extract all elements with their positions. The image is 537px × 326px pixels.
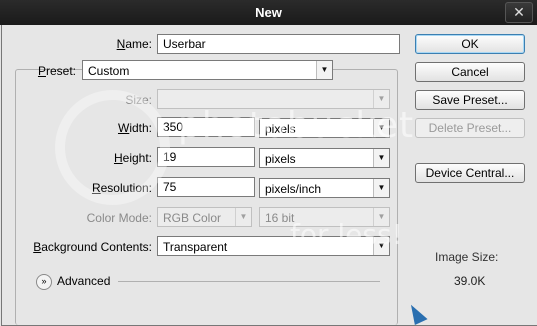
advanced-divider [118, 281, 380, 282]
color-mode-select[interactable]: RGB Color ▼ [157, 207, 252, 227]
chevron-down-icon: ▼ [373, 90, 389, 108]
double-chevron-icon[interactable]: » [36, 274, 52, 290]
color-mode-value: RGB Color [163, 211, 222, 225]
chevron-down-icon: ▼ [316, 61, 332, 79]
chevron-down-icon: ▼ [235, 208, 251, 226]
background-contents-select[interactable]: Transparent ▼ [157, 236, 390, 256]
delete-preset-button[interactable]: Delete Preset... [415, 118, 525, 138]
bit-depth-value: 16 bit [265, 211, 295, 225]
bit-depth-select[interactable]: 16 bit ▼ [259, 207, 390, 227]
save-preset-button[interactable]: Save Preset... [415, 90, 525, 110]
device-central-button[interactable]: Device Central... [415, 163, 525, 183]
advanced-toggle-label[interactable]: Advanced [57, 274, 110, 288]
name-label: Name: [116, 37, 152, 51]
background-contents-label: Background Contents: [33, 240, 152, 254]
chevron-down-icon: ▼ [373, 208, 389, 226]
preset-value: Custom [88, 64, 130, 78]
height-unit-value: pixels [265, 152, 296, 166]
width-field[interactable]: 350 [157, 117, 255, 137]
size-label: Size: [125, 93, 152, 107]
size-select[interactable]: ▼ [157, 89, 390, 109]
ok-button[interactable]: OK [415, 34, 525, 54]
image-size-value: 39.0K [454, 274, 486, 288]
background-contents-value: Transparent [163, 240, 228, 254]
width-unit-value: pixels [265, 122, 296, 136]
resolution-label: Resolution: [91, 181, 152, 195]
close-icon[interactable]: ✕ [505, 2, 533, 23]
image-size-label: Image Size: [435, 250, 499, 264]
resolution-unit-value: pixels/inch [265, 182, 322, 196]
dialog-body: Name: Userbar Preset: Custom ▼ Size: ▼ W… [1, 25, 537, 326]
width-label: Width: [117, 121, 152, 135]
preset-label: Preset: [37, 64, 76, 78]
resolution-field[interactable]: 75 [157, 177, 255, 197]
title-bar: New ✕ [0, 0, 537, 25]
cancel-button[interactable]: Cancel [415, 62, 525, 82]
preset-select[interactable]: Custom ▼ [82, 60, 333, 80]
resolution-unit-select[interactable]: pixels/inch ▼ [259, 178, 390, 198]
chevron-down-icon: ▼ [373, 149, 389, 167]
height-unit-select[interactable]: pixels ▼ [259, 148, 390, 168]
height-field[interactable]: 19 [157, 147, 255, 167]
name-field[interactable]: Userbar [157, 34, 400, 54]
dialog-title: New [255, 5, 282, 20]
height-label: Height: [113, 151, 152, 165]
chevron-down-icon: ▼ [373, 119, 389, 137]
new-document-dialog: New ✕ Name: Userbar Preset: Custom ▼ Siz… [0, 0, 537, 326]
chevron-down-icon: ▼ [373, 237, 389, 255]
width-unit-select[interactable]: pixels ▼ [259, 118, 390, 138]
chevron-down-icon: ▼ [373, 179, 389, 197]
color-mode-label: Color Mode: [86, 211, 152, 225]
